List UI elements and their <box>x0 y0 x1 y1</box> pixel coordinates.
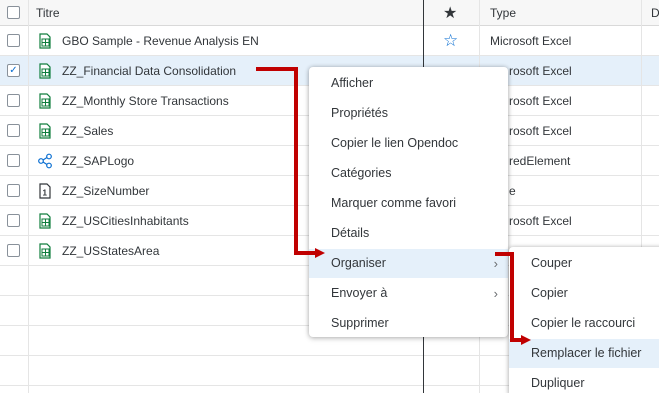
menu-item-couper[interactable]: Couper <box>509 249 659 278</box>
organize-submenu: Couper Copier Copier le raccourci Remplacer… <box>509 247 659 393</box>
excel-file-icon <box>37 123 53 139</box>
menu-item-envoyer-a[interactable]: Envoyer à › <box>309 279 508 308</box>
row-checkbox[interactable] <box>7 124 20 137</box>
menu-item-label: Copier <box>531 286 568 300</box>
row-type: Microsoft Excel <box>490 34 572 48</box>
menu-item-afficher[interactable]: Afficher <box>309 69 508 98</box>
table-row[interactable]: GBO Sample - Revenue Analysis EN ☆ Microso… <box>0 26 659 56</box>
excel-file-icon <box>37 33 53 49</box>
favorite-star-icon[interactable]: ☆ <box>443 32 458 49</box>
excel-file-icon <box>37 93 53 109</box>
bi-launchpad-document-list: Titre ★ Type D GBO Sample - Revenue Anal… <box>0 0 659 393</box>
row-checkbox[interactable] <box>7 154 20 167</box>
menu-item-label: Organiser <box>331 256 386 270</box>
excel-file-icon <box>37 213 53 229</box>
menu-item-marquer-comme-favori[interactable]: Marquer comme favori <box>309 189 508 218</box>
row-title-link[interactable]: ZZ_SAPLogo <box>62 154 134 168</box>
menu-item-label: Envoyer à <box>331 286 388 300</box>
excel-file-icon <box>37 63 53 79</box>
menu-item-label: Supprimer <box>331 316 389 330</box>
row-title-link[interactable]: ZZ_USCitiesInhabitants <box>62 214 189 228</box>
svg-text:1: 1 <box>43 189 48 198</box>
menu-item-categories[interactable]: Catégories <box>309 159 508 188</box>
row-checkbox[interactable] <box>7 34 20 47</box>
column-header-favorite[interactable]: ★ <box>443 3 457 23</box>
table-header: Titre ★ Type D <box>0 0 659 26</box>
menu-item-proprietes[interactable]: Propriétés <box>309 99 508 128</box>
chevron-right-icon: › <box>493 286 498 301</box>
context-menu: Afficher Propriétés Copier le lien Opendoc… <box>309 67 508 337</box>
row-checkbox[interactable] <box>7 184 20 197</box>
row-title-link[interactable]: ZZ_USStatesArea <box>62 244 159 258</box>
menu-item-details[interactable]: Détails <box>309 219 508 248</box>
menu-item-label: Détails <box>331 226 370 240</box>
share-icon <box>37 153 53 169</box>
row-checkbox[interactable]: ✓ <box>7 64 20 77</box>
menu-item-label: Dupliquer <box>531 376 585 390</box>
menu-item-label: Copier le raccourci <box>531 316 636 330</box>
row-title-link[interactable]: ZZ_Monthly Store Transactions <box>62 94 229 108</box>
menu-item-copier-le-lien-opendoc[interactable]: Copier le lien Opendoc <box>309 129 508 158</box>
menu-item-copier-le-raccourci[interactable]: Copier le raccourci <box>509 309 659 338</box>
column-header-next[interactable]: D <box>651 6 659 20</box>
row-type: rosoft Excel <box>509 124 572 138</box>
column-header-type[interactable]: Type <box>490 6 516 20</box>
chevron-right-icon: › <box>493 256 498 271</box>
menu-item-organiser[interactable]: Organiser › <box>309 249 508 278</box>
excel-file-icon <box>37 243 53 259</box>
column-header-title[interactable]: Titre <box>36 6 60 20</box>
menu-item-label: Copier le lien Opendoc <box>331 136 459 150</box>
menu-item-label: Catégories <box>331 166 392 180</box>
menu-item-supprimer[interactable]: Supprimer <box>309 309 508 338</box>
menu-item-dupliquer[interactable]: Dupliquer <box>509 369 659 393</box>
row-checkbox[interactable] <box>7 214 20 227</box>
menu-item-label: Marquer comme favori <box>331 196 457 210</box>
menu-item-label: Couper <box>531 256 572 270</box>
column-divider <box>28 0 29 393</box>
row-title-link[interactable]: GBO Sample - Revenue Analysis EN <box>62 34 259 48</box>
menu-item-label: Remplacer le fichier <box>531 346 642 360</box>
number-file-icon: 1 <box>37 183 53 199</box>
menu-item-remplacer-le-fichier[interactable]: Remplacer le fichier <box>509 339 659 368</box>
row-type: rosoft Excel <box>509 64 572 78</box>
row-type: redElement <box>509 154 571 168</box>
row-type: rosoft Excel <box>509 214 572 228</box>
menu-item-label: Afficher <box>331 76 374 90</box>
row-title-link[interactable]: ZZ_Financial Data Consolidation <box>62 64 236 78</box>
menu-item-label: Propriétés <box>331 106 388 120</box>
menu-item-copier[interactable]: Copier <box>509 279 659 308</box>
row-title-link[interactable]: ZZ_SizeNumber <box>62 184 149 198</box>
row-title-link[interactable]: ZZ_Sales <box>62 124 113 138</box>
row-type: e <box>509 184 516 198</box>
row-checkbox[interactable] <box>7 94 20 107</box>
select-all-checkbox[interactable] <box>7 6 20 19</box>
row-type: rosoft Excel <box>509 94 572 108</box>
row-checkbox[interactable] <box>7 244 20 257</box>
